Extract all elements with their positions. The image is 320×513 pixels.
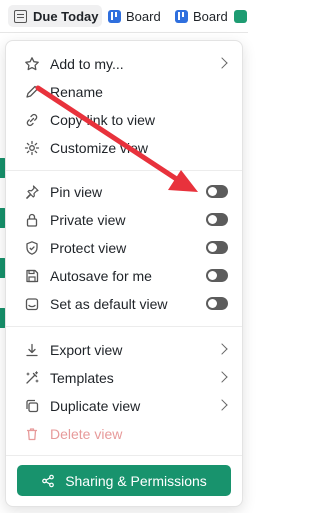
export-icon [26, 343, 38, 357]
toggle-knob [208, 271, 217, 280]
board-icon [108, 9, 121, 23]
menu-item-label: Autosave for me [50, 268, 152, 284]
menu-item-rename[interactable]: Rename [14, 79, 236, 105]
private-view-toggle[interactable] [206, 213, 228, 226]
menu-item-export-view[interactable]: Export view [14, 337, 236, 363]
menu-item-label: Protect view [50, 240, 127, 256]
chevron-right-icon [216, 57, 228, 69]
toggle-knob [208, 187, 217, 196]
menu-item-label: Copy link to view [50, 112, 156, 128]
sharing-permissions-button[interactable]: Sharing & Permissions [17, 465, 231, 496]
menu-item-label: Rename [50, 84, 103, 100]
pin-icon [26, 185, 39, 199]
gear-icon [24, 140, 40, 156]
view-icon [234, 9, 247, 23]
chevron-right-icon [216, 399, 228, 411]
menu-item-label: Private view [50, 212, 126, 228]
chevron-right-icon [216, 343, 228, 355]
tab-board-2[interactable]: Board [175, 5, 228, 27]
view-tab-bar: Due Today Board Board [0, 0, 248, 33]
tab-more[interactable] [234, 5, 247, 27]
menu-item-pin-view[interactable]: Pin view [14, 179, 236, 205]
share-icon [42, 474, 55, 487]
menu-item-customize-view[interactable]: Customize view [14, 135, 236, 161]
menu-item-label: Pin view [50, 184, 103, 200]
star-icon [25, 57, 39, 71]
menu-item-label: Customize view [50, 140, 149, 156]
menu-item-label: Delete view [50, 426, 123, 442]
menu-item-label: Duplicate view [50, 398, 141, 414]
set-default-toggle[interactable] [206, 297, 228, 310]
shield-icon [26, 241, 38, 255]
menu-item-set-default-view[interactable]: Set as default view [14, 291, 236, 317]
tab-board[interactable]: Board [108, 5, 161, 27]
menu-item-copy-link[interactable]: Copy link to view [14, 107, 236, 133]
pencil-icon [26, 85, 39, 98]
menu-divider [6, 170, 242, 171]
view-options-menu: Add to my... Rename Copy link to view Cu… [5, 40, 243, 507]
chevron-right-icon [216, 371, 228, 383]
tab-label: Board [193, 8, 228, 24]
share-button-label: Sharing & Permissions [65, 472, 207, 489]
toggle-knob [208, 299, 217, 308]
menu-item-duplicate-view[interactable]: Duplicate view [14, 393, 236, 419]
tab-due-today[interactable]: Due Today [8, 5, 102, 27]
autosave-toggle[interactable] [206, 269, 228, 282]
menu-item-protect-view[interactable]: Protect view [14, 235, 236, 261]
trash-icon [27, 428, 37, 441]
toggle-knob [208, 215, 217, 224]
tab-label: Due Today [33, 8, 99, 24]
lock-icon [26, 213, 38, 227]
menu-item-label: Templates [50, 370, 114, 386]
menu-item-templates[interactable]: Templates [14, 365, 236, 391]
default-view-icon [25, 298, 39, 311]
link-icon [26, 113, 38, 127]
board-icon [175, 9, 188, 23]
menu-item-private-view[interactable]: Private view [14, 207, 236, 233]
menu-item-label: Set as default view [50, 296, 168, 312]
pin-view-toggle[interactable] [206, 185, 228, 198]
menu-item-autosave[interactable]: Autosave for me [14, 263, 236, 289]
duplicate-icon [26, 399, 39, 413]
menu-divider [6, 326, 242, 327]
list-icon [14, 9, 27, 23]
menu-item-label: Export view [50, 342, 123, 358]
templates-icon [26, 371, 39, 384]
menu-item-add-to-my[interactable]: Add to my... [14, 51, 236, 77]
save-icon [26, 269, 39, 283]
menu-divider [6, 455, 242, 456]
toggle-knob [208, 243, 217, 252]
tab-label: Board [126, 8, 161, 24]
menu-item-delete-view: Delete view [14, 421, 236, 447]
protect-view-toggle[interactable] [206, 241, 228, 254]
menu-item-label: Add to my... [50, 56, 124, 72]
